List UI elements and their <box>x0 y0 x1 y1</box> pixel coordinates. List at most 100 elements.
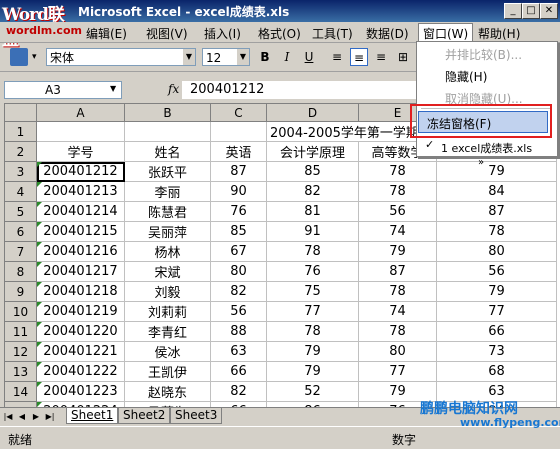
row-header[interactable]: 6 <box>4 221 37 242</box>
column-header[interactable]: A <box>36 103 125 122</box>
cell[interactable] <box>36 121 125 142</box>
row-header[interactable]: 1 <box>4 121 37 142</box>
row-header[interactable]: 3 <box>4 161 37 182</box>
font-size-select[interactable]: 12 ▼ <box>202 48 250 66</box>
score-cell[interactable]: 76 <box>266 261 359 282</box>
score-cell[interactable]: 79 <box>266 341 359 362</box>
tab-sheet3[interactable]: Sheet3 <box>170 408 223 424</box>
menu-help[interactable]: 帮助(H) <box>478 25 520 42</box>
student-id-cell[interactable]: 200401220 <box>36 321 125 342</box>
score-cell[interactable]: 79 <box>436 161 557 182</box>
score-cell[interactable]: 74 <box>358 221 437 242</box>
score-cell[interactable]: 80 <box>210 261 267 282</box>
header-cell[interactable]: 学号 <box>36 141 125 162</box>
score-cell[interactable]: 80 <box>436 241 557 262</box>
prev-sheet-icon[interactable]: ◀ <box>16 410 28 423</box>
header-cell[interactable]: 会计学原理 <box>266 141 359 162</box>
score-cell[interactable]: 87 <box>210 161 267 182</box>
header-cell[interactable]: 英语 <box>210 141 267 162</box>
score-cell[interactable]: 88 <box>210 321 267 342</box>
score-cell[interactable]: 77 <box>436 301 557 322</box>
score-cell[interactable]: 85 <box>210 221 267 242</box>
cell[interactable] <box>210 121 267 142</box>
student-id-cell[interactable]: 200401218 <box>36 281 125 302</box>
name-cell[interactable]: 杨林 <box>124 241 211 262</box>
menu-tools[interactable]: 工具(T) <box>312 25 353 42</box>
column-header[interactable]: C <box>210 103 267 122</box>
score-cell[interactable]: 79 <box>436 281 557 302</box>
fx-icon[interactable]: fx <box>168 82 179 96</box>
bold-button[interactable]: B <box>256 48 274 66</box>
row-header[interactable]: 14 <box>4 381 37 402</box>
row-header[interactable]: 13 <box>4 361 37 382</box>
chevron-down-icon[interactable]: ▼ <box>110 84 116 93</box>
score-cell[interactable]: 87 <box>358 261 437 282</box>
underline-button[interactable]: U <box>300 48 318 66</box>
student-id-cell[interactable]: 200401222 <box>36 361 125 382</box>
column-header[interactable]: B <box>124 103 211 122</box>
score-cell[interactable]: 82 <box>210 381 267 402</box>
menu-view[interactable]: 视图(V) <box>146 25 188 42</box>
score-cell[interactable]: 56 <box>210 301 267 322</box>
menu-insert[interactable]: 插入(I) <box>204 25 241 42</box>
score-cell[interactable]: 77 <box>266 301 359 322</box>
score-cell[interactable]: 56 <box>358 201 437 222</box>
score-cell[interactable]: 78 <box>266 241 359 262</box>
score-cell[interactable]: 66 <box>210 361 267 382</box>
tab-sheet1[interactable]: Sheet1 <box>66 408 119 424</box>
align-right-icon[interactable]: ≡ <box>372 48 390 66</box>
score-cell[interactable]: 87 <box>436 201 557 222</box>
header-cell[interactable]: 姓名 <box>124 141 211 162</box>
menu-item-workbook[interactable]: 1 excel成绩表.xls <box>441 140 532 156</box>
score-cell[interactable]: 84 <box>436 181 557 202</box>
name-cell[interactable]: 吴丽萍 <box>124 221 211 242</box>
score-cell[interactable]: 67 <box>210 241 267 262</box>
merge-center-icon[interactable]: ⊞ <box>394 48 412 66</box>
score-cell[interactable]: 75 <box>266 281 359 302</box>
name-cell[interactable]: 赵晓东 <box>124 381 211 402</box>
score-cell[interactable]: 90 <box>210 181 267 202</box>
student-id-cell[interactable]: 200401219 <box>36 301 125 322</box>
student-id-cell[interactable]: 200401213 <box>36 181 125 202</box>
score-cell[interactable]: 82 <box>266 181 359 202</box>
student-id-cell[interactable]: 200401214 <box>36 201 125 222</box>
score-cell[interactable]: 66 <box>436 321 557 342</box>
score-cell[interactable]: 91 <box>266 221 359 242</box>
score-cell[interactable]: 56 <box>436 261 557 282</box>
score-cell[interactable]: 73 <box>436 341 557 362</box>
last-sheet-icon[interactable]: ▶| <box>44 410 56 423</box>
name-cell[interactable]: 李青红 <box>124 321 211 342</box>
menu-edit[interactable]: 编辑(E) <box>86 25 127 42</box>
row-header[interactable]: 8 <box>4 261 37 282</box>
score-cell[interactable]: 82 <box>210 281 267 302</box>
tab-sheet2[interactable]: Sheet2 <box>118 408 171 424</box>
score-cell[interactable]: 74 <box>358 301 437 322</box>
menu-format[interactable]: 格式(O) <box>258 25 301 42</box>
name-cell[interactable]: 张跃平 <box>124 161 211 182</box>
score-cell[interactable]: 80 <box>358 341 437 362</box>
name-cell[interactable]: 刘毅 <box>124 281 211 302</box>
name-cell[interactable]: 刘莉莉 <box>124 301 211 322</box>
italic-button[interactable]: I <box>278 48 296 66</box>
chevron-down-icon[interactable]: ▼ <box>237 49 249 65</box>
score-cell[interactable]: 79 <box>358 241 437 262</box>
toolbar-options-icon[interactable]: ▾ <box>32 48 42 66</box>
align-center-icon[interactable]: ≡ <box>350 48 368 66</box>
menu-data[interactable]: 数据(D) <box>366 25 409 42</box>
student-id-cell[interactable]: 200401215 <box>36 221 125 242</box>
name-box[interactable]: A3 <box>4 81 122 99</box>
row-header[interactable]: 2 <box>4 141 37 162</box>
row-header[interactable]: 10 <box>4 301 37 322</box>
row-header[interactable]: 5 <box>4 201 37 222</box>
name-cell[interactable]: 侯冰 <box>124 341 211 362</box>
score-cell[interactable]: 78 <box>358 321 437 342</box>
font-name-select[interactable]: 宋体 ▼ <box>46 48 196 66</box>
save-icon[interactable] <box>10 48 28 66</box>
align-left-icon[interactable]: ≡ <box>328 48 346 66</box>
student-id-cell[interactable]: 200401223 <box>36 381 125 402</box>
minimize-button[interactable]: _ <box>504 3 522 19</box>
score-cell[interactable]: 85 <box>266 161 359 182</box>
row-header[interactable]: 9 <box>4 281 37 302</box>
next-sheet-icon[interactable]: ▶ <box>30 410 42 423</box>
name-cell[interactable]: 陈慧君 <box>124 201 211 222</box>
